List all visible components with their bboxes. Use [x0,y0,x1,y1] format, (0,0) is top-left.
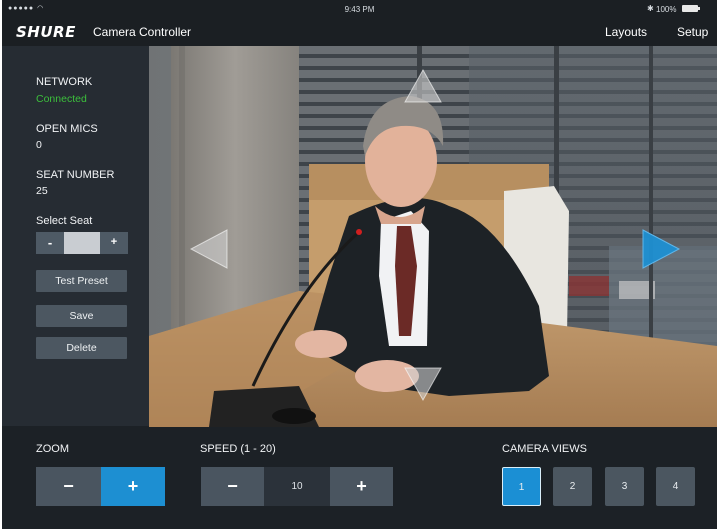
camera-views-label: CAMERA VIEWS [502,443,587,455]
shure-logo: SHURE [16,23,76,41]
network-status: Connected [36,93,87,105]
arrow-left-icon[interactable] [189,228,229,270]
seat-plus-button[interactable]: + [100,232,128,254]
delete-button[interactable]: Delete [36,337,127,359]
arrow-up-icon[interactable] [403,68,443,104]
battery-icon [682,5,700,12]
status-panel: NETWORK Connected OPEN MICS 0 SEAT NUMBE… [2,46,149,426]
network-label: NETWORK [36,76,93,88]
status-bar: ●●●●● ◠ 9:43 PM ✱ 100% [2,0,717,18]
camera-view-2-button[interactable]: 2 [553,467,592,506]
seat-minus-button[interactable]: - [36,232,64,254]
speed-value: 10 [264,467,330,506]
battery-percent: 100% [656,5,677,14]
select-seat-label: Select Seat [36,215,93,227]
seat-number-label: SEAT NUMBER [36,169,115,181]
save-button[interactable]: Save [36,305,127,327]
speed-label: SPEED (1 - 20) [200,443,276,455]
camera-view-4-button[interactable]: 4 [656,467,695,506]
test-preset-button[interactable]: Test Preset [36,270,127,292]
app-title: Camera Controller [93,25,192,39]
open-mics-label: OPEN MICS [36,123,98,135]
zoom-label: ZOOM [36,443,69,455]
zoom-in-button[interactable]: + [101,467,165,506]
nav-layouts[interactable]: Layouts [605,25,647,39]
bluetooth-icon: ✱ [647,4,654,13]
seat-number-value: 25 [36,185,48,197]
camera-view-1-button[interactable]: 1 [502,467,541,506]
camera-feed[interactable] [149,46,717,427]
status-time: 9:43 PM [344,5,375,14]
arrow-down-icon[interactable] [403,366,443,402]
camera-view-3-button[interactable]: 3 [605,467,644,506]
seat-stepper: - + [36,232,128,254]
open-mics-value: 0 [36,139,42,151]
speed-increase-button[interactable]: + [330,467,393,506]
app-frame: ●●●●● ◠ 9:43 PM ✱ 100% SHURE Camera Cont… [2,0,717,529]
app-header: SHURE Camera Controller Layouts Setup [2,18,717,46]
speed-decrease-button[interactable]: − [201,467,264,506]
arrow-right-icon[interactable] [641,228,681,270]
seat-input[interactable] [64,232,100,254]
nav-setup[interactable]: Setup [677,25,708,39]
control-bar: ZOOM − + SPEED (1 - 20) − 10 + CAMERA VI… [2,427,717,529]
zoom-out-button[interactable]: − [36,467,101,506]
